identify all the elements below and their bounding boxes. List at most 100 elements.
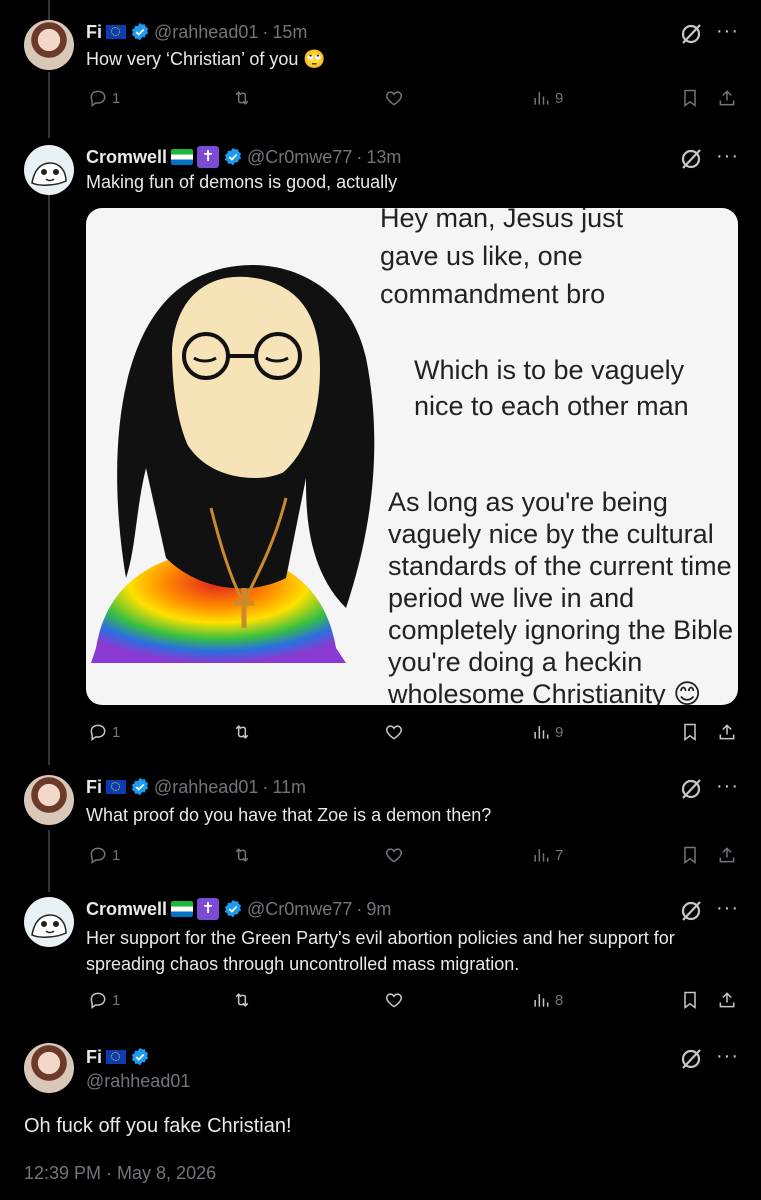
views-button[interactable]: 9 xyxy=(531,88,563,108)
timestamp[interactable]: 11m xyxy=(272,777,306,798)
views-button[interactable]: 7 xyxy=(531,845,563,865)
reply-tweet[interactable]: Fi @rahhead01 · 15m ··· How very ‘Christ… xyxy=(0,20,761,140)
views-count: 7 xyxy=(555,846,564,864)
separator: · xyxy=(356,898,363,919)
views-icon xyxy=(534,726,549,739)
reply-tweet[interactable]: Cromwell ✝ @Cr0mwe77 · 9m ··· Her suppor… xyxy=(0,897,761,1022)
more-options-button[interactable]: ··· xyxy=(716,145,739,168)
avatar[interactable] xyxy=(24,145,74,195)
views-count: 9 xyxy=(555,723,564,741)
reply-icon xyxy=(90,90,106,107)
grok-icon[interactable] xyxy=(679,1047,703,1071)
reply-icon xyxy=(90,847,106,864)
views-button[interactable]: 9 xyxy=(531,722,563,742)
views-button[interactable]: 8 xyxy=(531,990,563,1010)
reply-button[interactable]: 1 xyxy=(88,722,120,742)
tweet-text: What proof do you have that Zoe is a dem… xyxy=(86,805,492,825)
more-options-button[interactable]: ··· xyxy=(716,20,739,43)
tweet-actions: 1 9 xyxy=(86,722,741,746)
reply-count: 1 xyxy=(112,723,121,741)
avatar[interactable] xyxy=(24,20,74,70)
display-name[interactable]: Fi xyxy=(86,777,102,798)
tweet-header: Fi xyxy=(86,1045,150,1069)
meme-image[interactable]: Hey man, Jesus just gave us like, one co… xyxy=(86,208,738,705)
reply-button[interactable]: 1 xyxy=(88,88,120,108)
sierra-leone-flag-icon xyxy=(171,901,194,917)
share-icon xyxy=(719,847,735,863)
reply-tweet[interactable]: Cromwell ✝ @Cr0mwe77 · 13m ··· Making fu… xyxy=(0,145,761,755)
grok-icon[interactable] xyxy=(679,147,703,171)
main-tweet-text: Oh fuck off you fake Christian! xyxy=(24,1115,292,1137)
share-icon xyxy=(719,724,735,740)
bookmark-button[interactable] xyxy=(680,722,700,742)
grok-icon[interactable] xyxy=(679,22,703,46)
handle[interactable]: @Cr0mwe77 xyxy=(247,147,352,168)
sierra-leone-flag-icon xyxy=(171,149,194,165)
share-button[interactable] xyxy=(717,845,737,865)
more-options-button[interactable]: ··· xyxy=(716,897,739,920)
reply-button[interactable]: 1 xyxy=(88,845,120,865)
timestamp[interactable]: 13m xyxy=(366,147,401,168)
bookmark-icon xyxy=(684,846,696,864)
handle[interactable]: @rahhead01 xyxy=(154,777,258,798)
timestamp[interactable]: 15m xyxy=(272,22,307,43)
timestamp[interactable]: 9m xyxy=(366,899,391,920)
tweet-actions: 1 7 xyxy=(86,845,741,869)
bookmark-button[interactable] xyxy=(680,990,700,1010)
retweet-icon xyxy=(235,848,249,862)
thread-line xyxy=(48,0,50,20)
repost-button[interactable] xyxy=(232,88,252,108)
tweet-text: How very ‘Christian’ of you 🙄 xyxy=(86,49,326,69)
meme-caption: you're doing a heckin xyxy=(388,647,643,677)
more-options-button[interactable]: ··· xyxy=(716,775,739,798)
tweet-header: Cromwell ✝ @Cr0mwe77 · 9m xyxy=(86,897,391,921)
reply-count: 1 xyxy=(112,991,121,1009)
handle[interactable]: @rahhead01 xyxy=(154,22,258,43)
meme-caption: As long as you're being xyxy=(388,487,668,517)
more-options-button[interactable]: ··· xyxy=(716,1045,739,1068)
reply-icon xyxy=(90,724,106,741)
grok-icon[interactable] xyxy=(679,777,703,801)
display-name[interactable]: Fi xyxy=(86,22,102,43)
verified-icon xyxy=(224,147,242,166)
tweet-text-line: spreading chaos through uncontrolled mas… xyxy=(86,954,520,974)
verified-icon xyxy=(224,899,242,918)
views-icon xyxy=(534,92,549,105)
meme-caption: period we live in and xyxy=(388,583,635,613)
share-icon xyxy=(719,90,735,106)
post-timestamp[interactable]: 12:39 PM · May 8, 2026 xyxy=(24,1163,216,1184)
display-name[interactable]: Fi xyxy=(86,1047,102,1068)
avatar[interactable] xyxy=(24,1043,74,1093)
reply-count: 1 xyxy=(112,89,121,107)
repost-button[interactable] xyxy=(232,845,252,865)
like-button[interactable] xyxy=(384,990,404,1010)
tweet-text-line: Her support for the Green Party's evil a… xyxy=(86,928,675,948)
grok-icon[interactable] xyxy=(679,899,703,923)
main-tweet[interactable]: Fi @rahhead01 ··· Oh fuck off you fake C… xyxy=(0,1043,761,1200)
views-icon xyxy=(534,994,549,1007)
share-button[interactable] xyxy=(717,88,737,108)
handle[interactable]: @Cr0mwe77 xyxy=(247,899,352,920)
repost-button[interactable] xyxy=(232,990,252,1010)
meme-caption: vaguely nice by the cultural xyxy=(388,519,714,549)
display-name[interactable]: Cromwell xyxy=(86,899,167,920)
like-button[interactable] xyxy=(384,722,404,742)
display-name[interactable]: Cromwell xyxy=(86,147,167,168)
handle[interactable]: @rahhead01 xyxy=(86,1071,190,1092)
meme-caption: Hey man, Jesus just xyxy=(380,208,624,233)
reply-tweet[interactable]: Fi @rahhead01 · 11m ··· What proof do yo… xyxy=(0,775,761,885)
share-button[interactable] xyxy=(717,990,737,1010)
share-button[interactable] xyxy=(717,722,737,742)
bookmark-button[interactable] xyxy=(680,845,700,865)
meme-caption: commandment bro xyxy=(380,279,606,309)
reply-button[interactable]: 1 xyxy=(88,990,120,1010)
repost-button[interactable] xyxy=(232,722,252,742)
like-button[interactable] xyxy=(384,88,404,108)
avatar[interactable] xyxy=(24,897,74,947)
bookmark-icon xyxy=(684,991,696,1009)
like-button[interactable] xyxy=(384,845,404,865)
eu-flag-icon xyxy=(106,25,126,39)
bookmark-button[interactable] xyxy=(680,88,700,108)
avatar[interactable] xyxy=(24,775,74,825)
verified-icon xyxy=(131,22,149,41)
